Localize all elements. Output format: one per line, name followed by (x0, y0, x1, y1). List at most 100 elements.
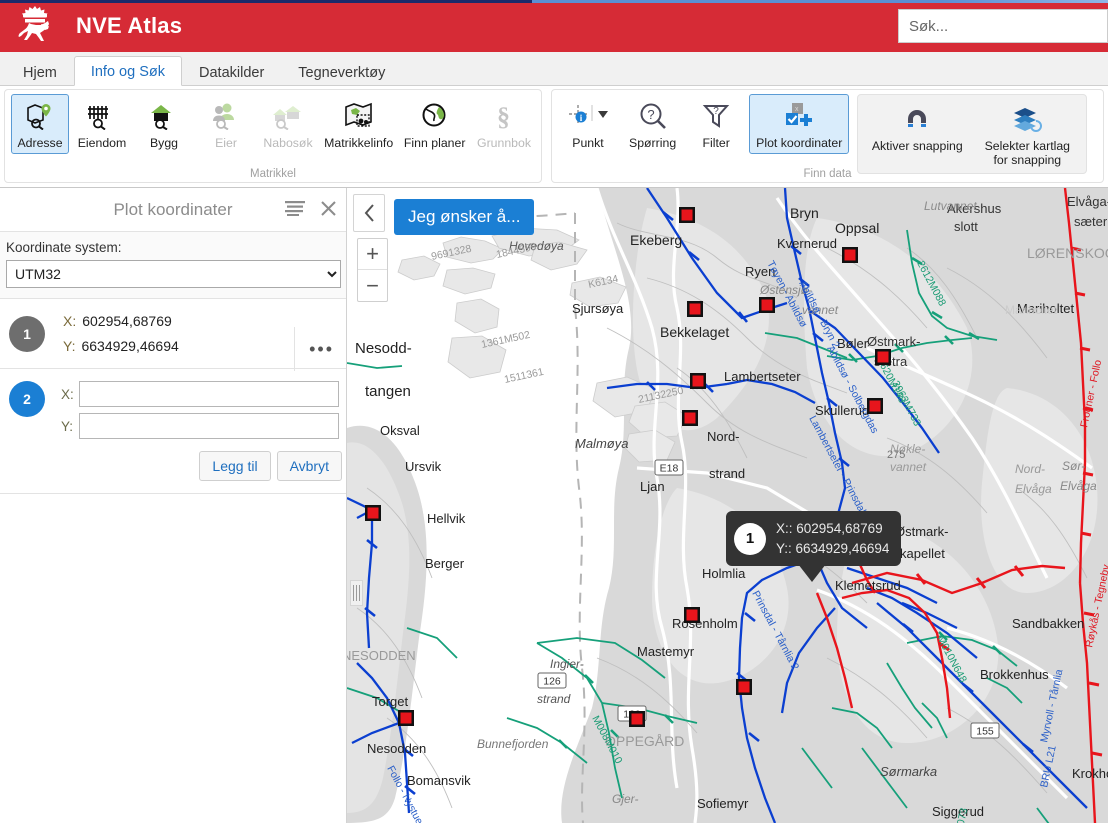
map-place-label: strand (537, 692, 571, 706)
ribbon-button-adresse[interactable]: Adresse (11, 94, 69, 155)
substation-marker[interactable] (684, 607, 700, 623)
map-canvas[interactable]: Akershus slott Ekeberg Bryn Oppsal Lutvannet E… (347, 188, 1108, 823)
coordinate-popup-text: X:: 602954,68769 Y:: 6634929,46694 (776, 519, 889, 558)
point-y-label: Y: (63, 337, 76, 354)
point-number-badge: 1 (9, 315, 45, 352)
substation-marker[interactable] (365, 505, 381, 521)
svg-text:E18: E18 (660, 463, 679, 475)
coordinate-system-select[interactable]: UTM32 (6, 260, 341, 288)
add-button[interactable]: Legg til (199, 451, 271, 481)
new-coordinate-entry: 2 X: Y: (0, 369, 346, 445)
map-place-label: Kvernerud (777, 236, 837, 251)
close-icon[interactable] (321, 200, 336, 221)
ribbon-label: Punkt (572, 136, 604, 150)
coordinate-popup: 1 X:: 602954,68769 Y:: 6634929,46694 (726, 511, 902, 583)
map-place-label: Krokhol (1072, 766, 1108, 781)
cancel-button[interactable]: Avbryt (276, 451, 342, 481)
tab-info-og-sok[interactable]: Info og Søk (73, 56, 182, 86)
map-place-label: vannet (890, 460, 927, 474)
ribbon-group-label: Finn data (803, 168, 852, 180)
ribbon-button-matrikkelinfo[interactable]: Matrikkelinfo (321, 94, 396, 154)
tab-hjem[interactable]: Hjem (6, 58, 74, 86)
map-place-label: Oksval (380, 423, 420, 438)
plot-coordinates-icon: x (782, 99, 816, 133)
map-place-label: Sør- (1062, 459, 1085, 473)
paragraph-section-icon: § (491, 99, 517, 133)
new-point-x-input[interactable] (79, 381, 339, 407)
house-search-icon (149, 99, 179, 133)
map-place-label: Elvåga- (1067, 194, 1108, 209)
ribbon-label: Plot koordinater (756, 136, 843, 150)
people-search-icon (211, 99, 241, 133)
map-place-label: Klemetsrud (835, 578, 901, 593)
list-lines-icon[interactable] (285, 200, 305, 221)
search-input[interactable] (898, 9, 1108, 43)
substation-marker[interactable] (682, 410, 698, 426)
svg-text:§: § (497, 102, 510, 130)
substation-marker[interactable] (759, 297, 775, 313)
point-coordinate-values: X: 602954,68769 Y: 6634929,46694 (63, 309, 179, 358)
ribbon-button-plot-koordinater[interactable]: x Plot koordinater (749, 94, 850, 155)
map-place-label: Marihollet (1005, 303, 1058, 317)
ribbon-button-nabosok[interactable]: Nabosøk (259, 94, 317, 154)
new-point-x-label: X: (61, 386, 74, 402)
substation-marker[interactable] (398, 710, 414, 726)
zoom-out-button[interactable]: − (358, 270, 387, 301)
substation-marker[interactable] (842, 247, 858, 263)
substation-marker[interactable] (629, 711, 645, 727)
ribbon-button-bygg[interactable]: Bygg (135, 94, 193, 154)
ribbon-label: Grunnbok (477, 136, 532, 150)
ribbon-button-filter[interactable]: ? Filter (687, 94, 745, 154)
map-place-label: Ekeberg (630, 232, 682, 248)
map-resize-handle[interactable] (350, 580, 363, 606)
substation-marker[interactable] (736, 679, 752, 695)
ribbon-label: Adresse (17, 136, 63, 150)
new-point-y-input[interactable] (79, 413, 339, 439)
global-search[interactable] (898, 9, 1108, 43)
coordinate-popup-tail (798, 564, 826, 583)
map-place-label: Lambertseter (724, 369, 801, 384)
ribbon-button-eier[interactable]: Eier (197, 94, 255, 154)
zoom-in-button[interactable]: + (358, 239, 387, 270)
map-place-label: Bryn (790, 205, 819, 221)
coordinate-system-section: Koordinate system: UTM32 (0, 232, 346, 299)
substation-marker[interactable] (875, 349, 891, 365)
map-place-label: Nord- (1015, 462, 1045, 476)
ribbon-label: Filter (702, 136, 730, 150)
ribbon-button-aktiver-snapping[interactable]: Aktiver snapping (864, 97, 970, 157)
map-place-label: Elvåga (1015, 482, 1052, 496)
ribbon-button-sporring[interactable]: ? Spørring (622, 94, 683, 154)
jeg-onsker-a-button[interactable]: Jeg ønsker å... (394, 199, 535, 235)
norwegian-lion-crest-icon (8, 3, 62, 49)
neighbour-houses-search-icon (271, 99, 305, 133)
panel-collapse-button[interactable] (353, 194, 385, 232)
ribbon-button-selekter-kartlag-for-snapping[interactable]: Selekter kartlag for snapping (974, 97, 1080, 171)
map-place-label: Ingier- (550, 657, 584, 671)
map-zoom-controls: + − (357, 238, 388, 302)
svg-text:?: ? (713, 106, 719, 117)
question-magnifier-icon: ? (638, 99, 668, 133)
coordinate-popup-y: Y:: 6634929,46694 (776, 540, 890, 556)
ribbon-button-punkt[interactable]: i Punkt (558, 94, 618, 154)
tab-datakilder[interactable]: Datakilder (182, 58, 281, 86)
substation-marker[interactable] (687, 301, 703, 317)
svg-text:155: 155 (976, 726, 994, 738)
ellipsis-icon[interactable]: ••• (294, 327, 334, 371)
ribbon-label: Aktiver snapping (871, 139, 963, 153)
map-graphics: AkershusslottEkebergBrynOppsalLutvannet E… (347, 188, 1108, 823)
point-x-label: X: (63, 313, 77, 329)
main-tab-bar: Hjem Info og Søk Datakilder Tegneverktøy (0, 52, 1108, 86)
ribbon-button-grunnbok[interactable]: § Grunnbok (473, 94, 535, 154)
substation-marker[interactable] (690, 373, 706, 389)
substation-marker[interactable] (679, 207, 695, 223)
tab-tegneverktoy[interactable]: Tegneverktøy (281, 58, 402, 86)
ribbon-button-eiendom[interactable]: Eiendom (73, 94, 131, 154)
map-pin-search-icon (25, 99, 55, 133)
substation-marker[interactable] (867, 398, 883, 414)
point-y-line: Y: 6634929,46694 (63, 334, 179, 359)
app-header: NVE Atlas (0, 0, 1108, 52)
ribbon-button-finn-planer[interactable]: Finn planer (400, 94, 469, 154)
coordinate-system-label: Koordinate system: (6, 240, 122, 255)
ribbon-subgroup-snapping: Aktiver snapping Selekter kartlag for sn… (857, 94, 1088, 175)
map-place-label: 275 (887, 449, 905, 461)
